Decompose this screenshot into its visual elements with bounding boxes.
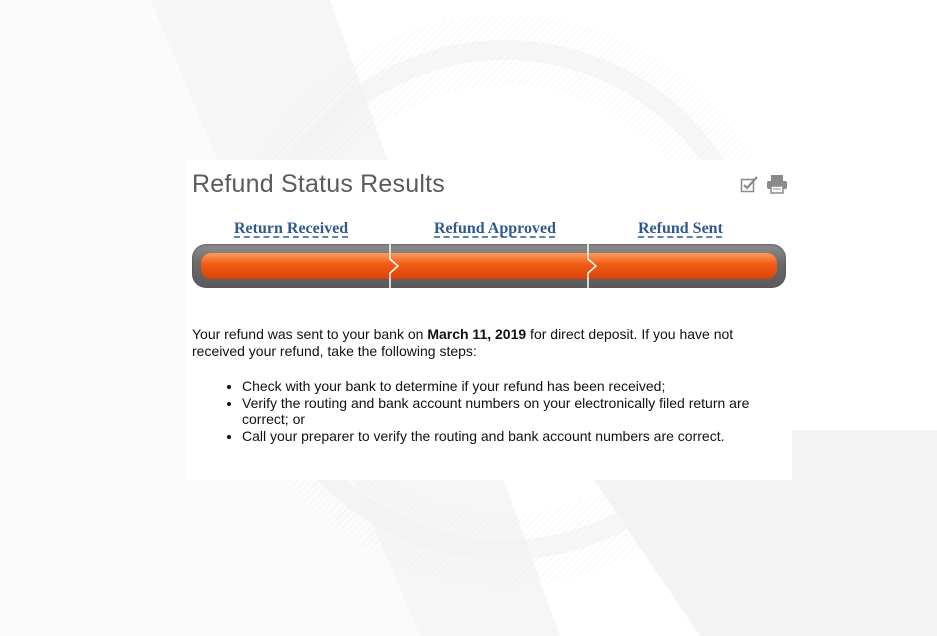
progress-fill xyxy=(201,253,777,279)
list-item: Call your preparer to verify the routing… xyxy=(242,428,838,444)
page-title: Refund Status Results xyxy=(192,170,445,198)
refund-status-panel: Refund Status Results Return Received Re… xyxy=(186,160,792,480)
message-text-pre: Your refund was sent to your bank on xyxy=(192,326,428,342)
refund-progress-bar xyxy=(192,244,786,288)
step-refund-approved[interactable]: Refund Approved xyxy=(434,220,556,238)
list-item: Verify the routing and bank account numb… xyxy=(242,395,838,427)
progress-step-labels: Return Received Refund Approved Refund S… xyxy=(192,220,786,242)
step-return-received[interactable]: Return Received xyxy=(234,220,348,238)
refund-message: Your refund was sent to your bank on Mar… xyxy=(192,326,788,360)
next-steps-list: Check with your bank to determine if you… xyxy=(192,378,838,445)
panel-actions xyxy=(740,174,787,194)
list-item: Check with your bank to determine if you… xyxy=(242,378,838,394)
checkbox-pen-icon[interactable] xyxy=(740,174,760,194)
printer-icon[interactable] xyxy=(766,174,787,194)
step-refund-sent[interactable]: Refund Sent xyxy=(638,220,723,238)
refund-date: March 11, 2019 xyxy=(427,326,527,342)
progress-fill-graphic xyxy=(201,244,777,288)
page-stage: Refund Status Results Return Received Re… xyxy=(0,0,937,636)
